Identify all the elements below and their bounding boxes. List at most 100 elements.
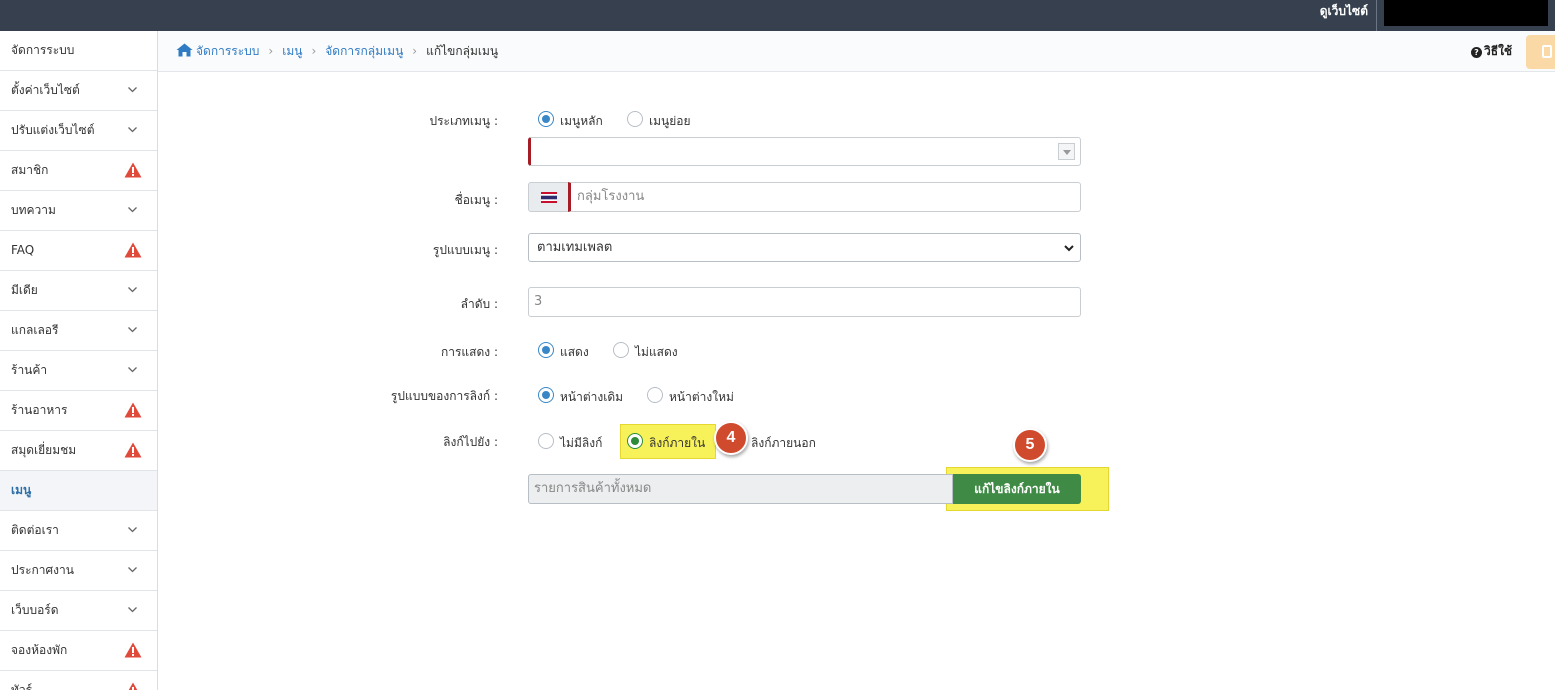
radio-label: ลิงก์ภายนอก (751, 436, 816, 450)
radio-label: เมนูย่อย (649, 114, 691, 128)
dropdown-arrow-icon[interactable] (1058, 143, 1075, 160)
breadcrumb-home-link[interactable]: จัดการระบบ (196, 44, 259, 58)
radio-dot (647, 387, 663, 403)
menu-name-input[interactable]: กลุ่มโรงงาน (568, 182, 1081, 212)
radio-dot (538, 342, 554, 358)
radio-label: หน้าต่างเดิม (560, 390, 624, 404)
display-label: การแสดง : (440, 345, 498, 359)
sidebar-item-label: จองห้องพัก (11, 643, 68, 657)
sidebar-item[interactable]: ติดต่อเรา (0, 511, 157, 551)
display-hide-radio[interactable]: ไม่แสดง (613, 342, 683, 360)
breadcrumb-current: แก้ไขกลุ่มเมนู (426, 44, 499, 58)
sidebar-item[interactable]: จัดการระบบ (0, 31, 157, 71)
chevron-down-icon (1064, 245, 1074, 252)
sidebar-item[interactable]: เว็บบอร์ด (0, 591, 157, 631)
chevron-down-icon (128, 567, 137, 573)
warning-icon (124, 442, 142, 458)
order-input[interactable]: 3 (528, 287, 1081, 317)
topbar-divider (1376, 0, 1377, 31)
question-icon: ? (1471, 47, 1482, 58)
chevron-down-icon (128, 367, 137, 373)
link-to-label: ลิงก์ไปยัง : (443, 435, 498, 449)
language-flag-button[interactable] (528, 182, 570, 212)
link-style-same-radio[interactable]: หน้าต่างเดิม (538, 387, 628, 405)
radio-label: ไม่มีลิงก์ (560, 436, 603, 450)
menu-style-label: รูปแบบเมนู : (432, 243, 498, 257)
sidebar-item[interactable]: มีเดีย (0, 271, 157, 311)
menu-name-label: ชื่อเมนู : (454, 193, 498, 207)
breadcrumb-bar: จัดการระบบ › เมนู › จัดการกลุ่มเมนู › แก้ไขกลุ… (158, 31, 1555, 72)
sidebar-item[interactable]: ร้านค้า (0, 351, 157, 391)
breadcrumb-manage-link[interactable]: จัดการกลุ่มเมนู (325, 44, 403, 58)
chevron-down-icon (128, 87, 137, 93)
sidebar-item-label: ปรับแต่งเว็บไซต์ (11, 123, 95, 137)
menu-style-select[interactable]: ตามเทมเพลต (528, 233, 1081, 262)
link-to-none-radio[interactable]: ไม่มีลิงก์ (538, 433, 608, 451)
sidebar-item-label: จัดการระบบ (11, 43, 75, 57)
parent-menu-combobox[interactable] (528, 137, 1081, 166)
sidebar-item[interactable]: ประกาศงาน (0, 551, 157, 591)
menu-type-sub-radio[interactable]: เมนูย่อย (627, 111, 707, 129)
radio-dot (538, 433, 554, 449)
howto-label: วิธีใช้ (1484, 44, 1513, 58)
sidebar-item-label: ร้านอาหาร (11, 403, 68, 417)
display-show-radio[interactable]: แสดง (538, 342, 598, 360)
manual-button[interactable] (1526, 35, 1555, 69)
step5-badge: 5 (1013, 428, 1047, 462)
view-site-link[interactable]: ดูเว็บไซต์ (1320, 0, 1368, 31)
sidebar-item-label: เมนู (11, 483, 32, 497)
sidebar-item[interactable]: แกลเลอรี (0, 311, 157, 351)
step4-badge: 4 (714, 421, 748, 455)
radio-dot (538, 387, 554, 403)
sidebar-item[interactable]: ตั้งค่าเว็บไซต์ (0, 71, 157, 111)
sidebar-item[interactable]: จองห้องพัก (0, 631, 157, 671)
thai-flag-icon (541, 192, 557, 203)
user-account-box[interactable] (1384, 0, 1548, 26)
sidebar-item-label: สมุดเยี่ยมชม (11, 443, 77, 457)
chevron-down-icon (128, 207, 137, 213)
radio-dot (613, 342, 629, 358)
sidebar-item-label: สมาชิก (11, 163, 49, 177)
sidebar-item[interactable]: สมาชิก (0, 151, 157, 191)
warning-icon (124, 162, 142, 178)
sidebar-item-label: มีเดีย (11, 283, 38, 297)
internal-link-input[interactable]: รายการสินค้าทั้งหมด (528, 474, 953, 504)
radio-label: เมนูหลัก (560, 114, 603, 128)
breadcrumb: จัดการระบบ › เมนู › จัดการกลุ่มเมนู › แก้ไขกลุ… (176, 31, 498, 72)
sidebar-item-label: เว็บบอร์ด (11, 603, 59, 617)
sidebar-item[interactable]: เมนู (0, 471, 157, 511)
radio-label: หน้าต่างใหม่ (669, 390, 734, 404)
warning-icon (124, 402, 142, 418)
menu-type-label: ประเภทเมนู : (429, 114, 498, 128)
sidebar-item[interactable]: บทความ (0, 191, 157, 231)
link-style-new-radio[interactable]: หน้าต่างใหม่ (647, 387, 737, 405)
sidebar-item-label: แกลเลอรี (11, 323, 59, 337)
chevron-down-icon (128, 607, 137, 613)
warning-icon (124, 242, 142, 258)
menu-type-main-radio[interactable]: เมนูหลัก (538, 111, 618, 129)
breadcrumb-menu-link[interactable]: เมนู (282, 44, 302, 58)
chevron-down-icon (128, 127, 137, 133)
top-bar: ดูเว็บไซต์ (0, 0, 1555, 31)
home-icon (176, 43, 193, 57)
sidebar-item[interactable]: FAQ (0, 231, 157, 271)
radio-label: ไม่แสดง (635, 345, 678, 359)
order-label: ลำดับ : (460, 297, 498, 311)
breadcrumb-separator: › (412, 44, 418, 58)
sidebar-item-label: บทความ (11, 203, 56, 217)
sidebar-item[interactable]: ร้านอาหาร (0, 391, 157, 431)
sidebar-item-label: ร้านค้า (11, 363, 48, 377)
menu-name-group: กลุ่มโรงงาน (528, 182, 1081, 212)
radio-dot (627, 111, 643, 127)
edit-internal-link-button[interactable]: แก้ไขลิงก์ภายใน (953, 474, 1081, 504)
chevron-down-icon (128, 527, 137, 533)
book-icon (1542, 45, 1552, 58)
breadcrumb-separator: › (311, 44, 317, 58)
howto-link[interactable]: ? วิธีใช้ (1471, 31, 1512, 72)
sidebar-item[interactable]: สมุดเยี่ยมชม (0, 431, 157, 471)
sidebar-item-label: ทัวร์ (11, 683, 33, 690)
sidebar: จัดการระบบตั้งค่าเว็บไซต์ปรับแต่งเว็บไซต… (0, 31, 158, 690)
link-to-internal-radio[interactable]: ลิงก์ภายใน (627, 433, 712, 451)
sidebar-item[interactable]: ทัวร์ (0, 671, 157, 690)
sidebar-item[interactable]: ปรับแต่งเว็บไซต์ (0, 111, 157, 151)
